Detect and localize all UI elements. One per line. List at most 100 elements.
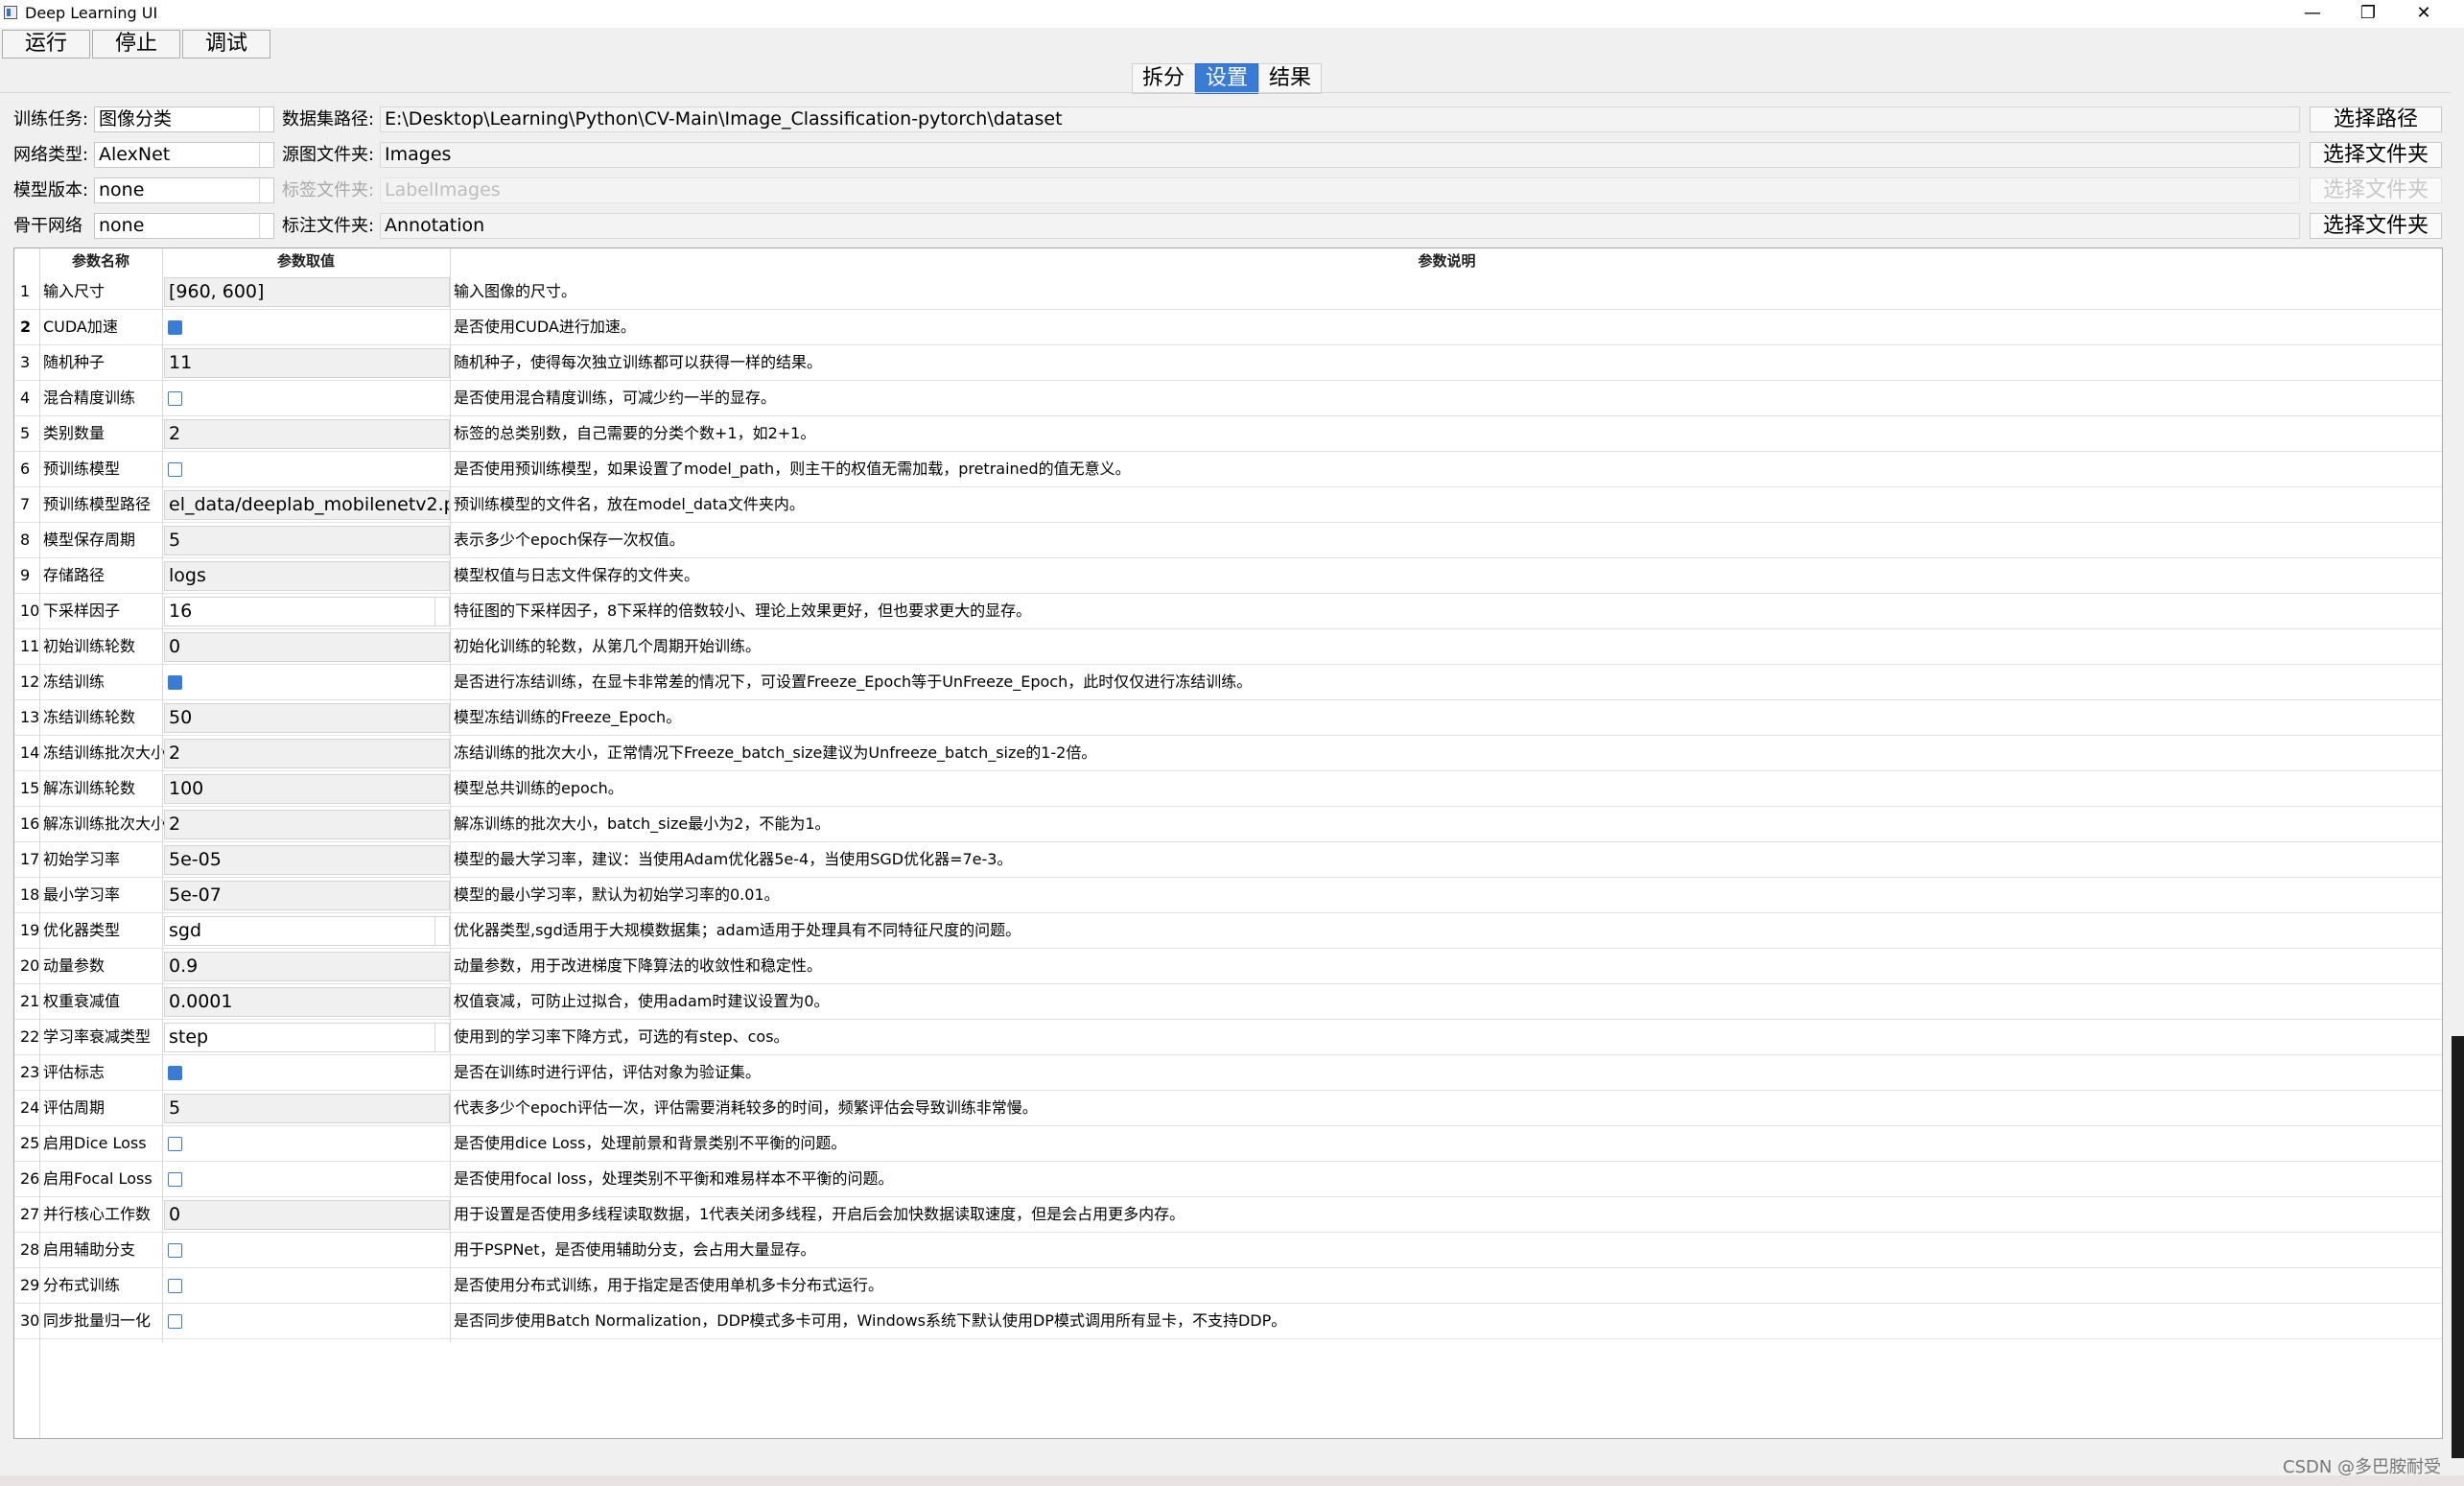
param-value-field[interactable]: 50 [164,703,450,733]
net-type-select[interactable]: AlexNet [94,142,274,168]
row-number: 28 [20,1240,40,1259]
param-name: 冻结训练批次大小 [43,743,167,762]
param-value-field[interactable]: 0.0001 [164,987,450,1017]
param-value-field[interactable]: 2 [164,810,450,839]
backbone-select[interactable]: none [94,213,274,239]
param-name: 模型保存周期 [43,531,136,549]
net-type-label: 网络类型: [13,145,89,165]
param-description: 表示多少个epoch保存一次权值。 [454,531,685,549]
model-version-label: 模型版本: [13,180,89,200]
model-version-select[interactable]: none [94,177,274,203]
param-description: 是否使用dice Loss，处理前景和背景类别不平衡的问题。 [454,1134,847,1152]
row-number: 18 [20,885,40,904]
param-value-field[interactable]: 5e-07 [164,881,450,910]
param-description: 权值衰减，可防止过拟合，使用adam时建议设置为0。 [454,992,830,1010]
param-description: 随机种子，使得每次独立训练都可以获得一样的结果。 [454,353,823,371]
table-row: 19 优化器类型 sgd 优化器类型,sgd适用于大规模数据集；adam适用于处理具有… [14,913,2442,949]
row-number: 22 [20,1027,40,1046]
param-name: 随机种子 [43,353,106,371]
table-row: 17 初始学习率 5e-05 模型的最大学习率，建议：当使用Adam优化器5e-4，当… [14,842,2442,878]
row-number: 3 [20,353,31,371]
param-name: 最小学习率 [43,885,121,904]
header-param-value: 参数取值 [276,252,335,270]
param-value-field[interactable]: 5 [164,526,450,555]
param-description: 是否在训练时进行评估，评估对象为验证集。 [454,1063,762,1081]
choose-path-button[interactable]: 选择路径 [2310,106,2442,132]
param-name: 同步批量归一化 [43,1311,152,1330]
column-divider [39,248,40,1438]
param-checkbox[interactable] [168,1172,182,1187]
param-checkbox[interactable] [168,462,182,477]
tab-split[interactable]: 拆分 [1132,63,1195,94]
annotation-folder-field[interactable]: Annotation [380,213,2300,239]
debug-button[interactable]: 调试 [182,30,270,59]
tab-results[interactable]: 结果 [1258,63,1322,94]
maximize-button[interactable]: ❐ [2340,0,2396,28]
param-description: 模型总共训练的epoch。 [454,779,623,797]
table-row: 5 类别数量 2 标签的总类别数，自己需要的分类个数+1，如2+1。 [14,416,2442,452]
param-description: 解冻训练的批次大小，batch_size最小为2，不能为1。 [454,814,831,833]
dataset-path-field[interactable]: E:\Desktop\Learning\Python\CV-Main\Image… [380,106,2300,132]
param-value-field[interactable]: 2 [164,739,450,768]
table-row: 9 存储路径 logs 模型权值与日志文件保存的文件夹。 [14,558,2442,594]
source-folder-field[interactable]: Images [380,142,2300,168]
table-row: 13 冻结训练轮数 50 模型冻结训练的Freeze_Epoch。 [14,700,2442,736]
param-description: 用于设置是否使用多线程读取数据，1代表关闭多线程，开启后会加快数据读取速度，但是… [454,1205,1185,1223]
param-description: 是否使用混合精度训练，可减少约一半的显存。 [454,389,777,407]
row-number: 21 [20,992,40,1010]
stop-button[interactable]: 停止 [92,30,180,59]
param-select[interactable]: 16 [164,597,450,626]
param-value-field[interactable]: 11 [164,348,450,378]
param-value-field[interactable]: 0 [164,632,450,662]
param-description: 模型权值与日志文件保存的文件夹。 [454,566,700,584]
param-value-field[interactable]: logs [164,561,450,591]
run-button[interactable]: 运行 [2,30,90,59]
table-row: 7 预训练模型路径 el_data/deeplab_mobilenetv2.pth 预… [14,487,2442,523]
source-folder-label: 源图文件夹: [282,145,375,165]
param-value-field[interactable]: 5 [164,1094,450,1123]
annotation-folder-label: 标注文件夹: [282,216,375,236]
param-value-field[interactable]: 2 [164,419,450,449]
param-value-field[interactable]: [960, 600] [164,277,450,307]
param-value-field[interactable]: 5e-05 [164,845,450,875]
param-name: 优化器类型 [43,921,121,939]
param-description: 是否使用CUDA进行加速。 [454,318,636,336]
row-number: 2 [20,318,32,336]
param-value-field[interactable]: 0.9 [164,952,450,981]
choose-source-folder-button[interactable]: 选择文件夹 [2310,142,2442,168]
param-checkbox[interactable] [168,675,182,690]
row-number: 20 [20,956,40,975]
param-checkbox[interactable] [168,1314,182,1329]
table-row: 18 最小学习率 5e-07 模型的最小学习率，默认为初始学习率的0.01。 [14,878,2442,913]
param-select[interactable]: step [164,1023,450,1052]
param-name: 输入尺寸 [43,282,106,300]
table-row: 27 并行核心工作数 0 用于设置是否使用多线程读取数据，1代表关闭多线程，开启后会加… [14,1197,2442,1233]
row-number: 15 [20,779,40,797]
param-checkbox[interactable] [168,1279,182,1293]
task-select[interactable]: 图像分类 [94,106,274,132]
close-button[interactable]: ✕ [2396,0,2452,28]
row-number: 13 [20,708,40,726]
model-version-select-value: none [99,179,145,200]
param-checkbox[interactable] [168,1243,182,1258]
minimize-button[interactable]: — [2285,0,2340,28]
table-row: 26 启用Focal Loss 是否使用focal loss，处理类别不平衡和难易样… [14,1162,2442,1197]
param-description: 动量参数，用于改进梯度下降算法的收敛性和稳定性。 [454,956,823,975]
tab-settings[interactable]: 设置 [1195,63,1258,94]
param-checkbox[interactable] [168,1137,182,1151]
param-description: 优化器类型,sgd适用于大规模数据集；adam适用于处理具有不同特征尺度的问题。 [454,921,1021,939]
row-number: 6 [20,460,31,478]
param-value-field[interactable]: 0 [164,1200,450,1230]
param-checkbox[interactable] [168,1066,182,1080]
param-name: 权重衰减值 [43,992,121,1010]
param-checkbox[interactable] [168,320,182,335]
param-description: 用于PSPNet，是否使用辅助分支，会占用大量显存。 [454,1240,816,1259]
choose-annotation-folder-button[interactable]: 选择文件夹 [2310,213,2442,239]
param-value-field[interactable]: el_data/deeplab_mobilenetv2.pth [164,490,450,520]
param-select[interactable]: sgd [164,916,450,946]
param-name: 解冻训练轮数 [43,779,136,797]
param-name: 预训练模型路径 [43,495,152,513]
param-value-field[interactable]: 100 [164,774,450,804]
param-checkbox[interactable] [168,391,182,406]
table-row: 14 冻结训练批次大小 2 冻结训练的批次大小，正常情况下Freeze_batch_s… [14,736,2442,771]
